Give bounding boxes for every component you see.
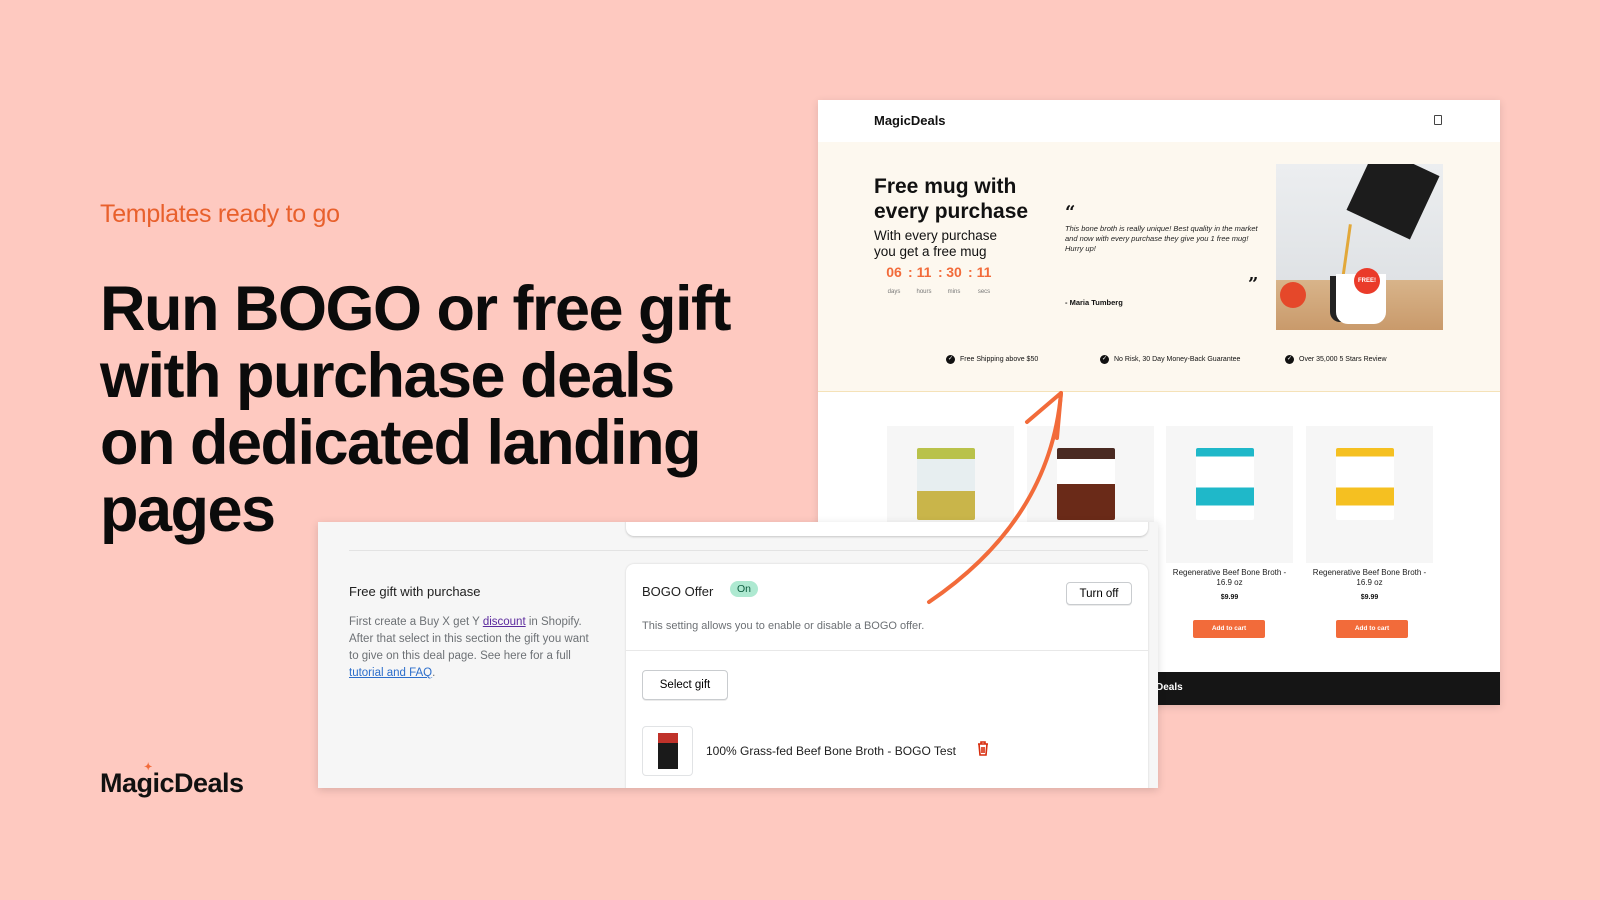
arrow-icon — [927, 391, 1063, 604]
